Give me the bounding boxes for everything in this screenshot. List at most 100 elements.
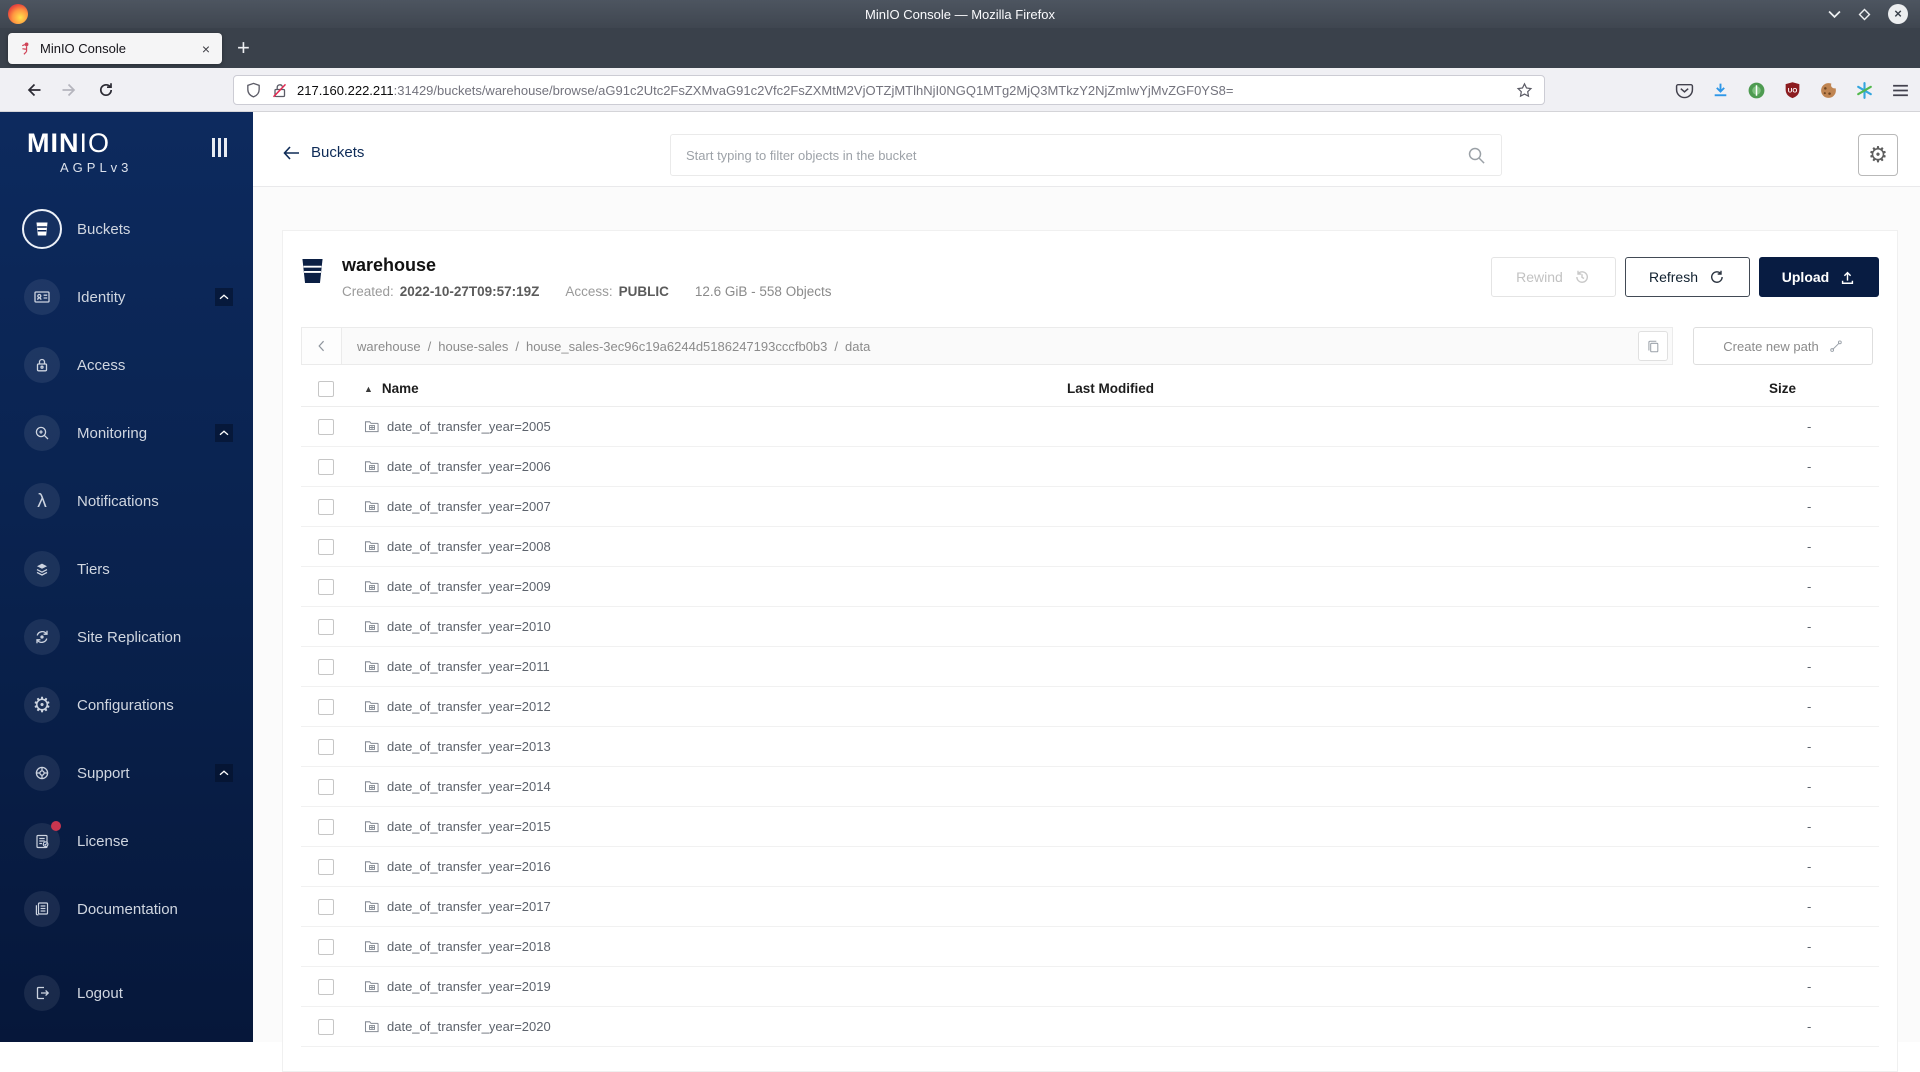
refresh-button[interactable]: Refresh <box>1625 257 1750 297</box>
bookmark-star-icon[interactable] <box>1516 81 1533 99</box>
object-name[interactable]: date_of_transfer_year=2009 <box>387 579 551 594</box>
cookie-extension-icon[interactable] <box>1819 81 1838 100</box>
sidebar-item-identity[interactable]: Identity <box>0 263 253 331</box>
sidebar-item-tiers[interactable]: Tiers <box>0 535 253 603</box>
table-row[interactable]: date_of_transfer_year=2016 - <box>301 847 1879 887</box>
object-name[interactable]: date_of_transfer_year=2014 <box>387 779 551 794</box>
table-row[interactable]: date_of_transfer_year=2012 - <box>301 687 1879 727</box>
url-bar[interactable]: 217.160.222.211:31429/buckets/warehouse/… <box>233 75 1545 105</box>
table-row[interactable]: date_of_transfer_year=2011 - <box>301 647 1879 687</box>
object-name[interactable]: date_of_transfer_year=2010 <box>387 619 551 634</box>
table-row[interactable]: date_of_transfer_year=2008 - <box>301 527 1879 567</box>
table-row[interactable]: date_of_transfer_year=2019 - <box>301 967 1879 1007</box>
object-name[interactable]: date_of_transfer_year=2019 <box>387 979 551 994</box>
window-minimize-icon[interactable] <box>1828 10 1841 19</box>
object-name[interactable]: date_of_transfer_year=2015 <box>387 819 551 834</box>
column-name[interactable]: Name <box>382 381 419 396</box>
sidebar-collapse-icon[interactable] <box>212 138 227 157</box>
object-name[interactable]: date_of_transfer_year=2006 <box>387 459 551 474</box>
settings-gear-button[interactable]: ⚙ <box>1858 134 1898 176</box>
forward-button[interactable] <box>61 81 79 99</box>
column-last-modified[interactable]: Last Modified <box>1067 381 1767 396</box>
row-checkbox[interactable] <box>318 738 334 755</box>
breadcrumb-segment[interactable]: house_sales-3ec96c19a6244d5186247193cccf… <box>526 339 827 354</box>
containers-asterisk-icon[interactable] <box>1855 81 1874 100</box>
chevron-up-icon[interactable] <box>215 288 233 306</box>
table-row[interactable]: date_of_transfer_year=2020 - <box>301 1007 1879 1047</box>
row-checkbox[interactable] <box>318 418 334 435</box>
sidebar-item-documentation[interactable]: Documentation <box>0 875 253 943</box>
table-row[interactable]: date_of_transfer_year=2013 - <box>301 727 1879 767</box>
sidebar-item-logout[interactable]: Logout <box>0 959 253 1027</box>
row-checkbox[interactable] <box>318 858 334 875</box>
table-row[interactable]: date_of_transfer_year=2018 - <box>301 927 1879 967</box>
downloads-icon[interactable] <box>1711 81 1730 100</box>
sidebar-item-support[interactable]: Support <box>0 739 253 807</box>
row-checkbox[interactable] <box>318 458 334 475</box>
object-name[interactable]: date_of_transfer_year=2011 <box>387 659 550 674</box>
search-input[interactable] <box>686 147 1467 163</box>
table-row[interactable]: date_of_transfer_year=2005 - <box>301 407 1879 447</box>
row-checkbox[interactable] <box>318 658 334 675</box>
table-row[interactable]: date_of_transfer_year=2009 - <box>301 567 1879 607</box>
table-row[interactable]: date_of_transfer_year=2007 - <box>301 487 1879 527</box>
ublock-shield-icon[interactable]: UO <box>1783 81 1802 100</box>
row-checkbox[interactable] <box>318 498 334 515</box>
create-new-path-button[interactable]: Create new path <box>1693 327 1873 365</box>
tracking-protection-shield-icon[interactable] <box>245 82 262 99</box>
insecure-connection-lock-icon[interactable] <box>271 82 288 99</box>
browser-tab[interactable]: MinIO Console × <box>8 33 222 64</box>
sort-ascending-icon[interactable]: ▲ <box>364 384 373 394</box>
upload-button[interactable]: Upload <box>1759 257 1879 297</box>
rewind-button[interactable]: Rewind <box>1491 257 1616 297</box>
breadcrumb-segment[interactable]: warehouse <box>357 339 421 354</box>
menu-hamburger-icon[interactable] <box>1891 81 1910 100</box>
copy-path-button[interactable] <box>1638 331 1668 361</box>
window-close-icon[interactable]: × <box>1888 4 1908 24</box>
tab-close-icon[interactable]: × <box>199 41 213 57</box>
row-checkbox[interactable] <box>318 578 334 595</box>
select-all-checkbox[interactable] <box>318 380 334 397</box>
chevron-up-icon[interactable] <box>215 424 233 442</box>
table-row[interactable]: date_of_transfer_year=2015 - <box>301 807 1879 847</box>
row-checkbox[interactable] <box>318 698 334 715</box>
row-checkbox[interactable] <box>318 618 334 635</box>
back-button[interactable] <box>24 81 42 99</box>
object-name[interactable]: date_of_transfer_year=2017 <box>387 899 551 914</box>
sidebar-item-notifications[interactable]: λ Notifications <box>0 467 253 535</box>
path-back-button[interactable] <box>302 328 342 364</box>
object-name[interactable]: date_of_transfer_year=2008 <box>387 539 551 554</box>
row-checkbox[interactable] <box>318 1018 334 1035</box>
object-name[interactable]: date_of_transfer_year=2005 <box>387 419 551 434</box>
sidebar-item-access[interactable]: Access <box>0 331 253 399</box>
table-row[interactable]: date_of_transfer_year=2014 - <box>301 767 1879 807</box>
sidebar-item-monitoring[interactable]: Monitoring <box>0 399 253 467</box>
row-checkbox[interactable] <box>318 978 334 995</box>
new-tab-button[interactable]: + <box>237 35 250 61</box>
object-name[interactable]: date_of_transfer_year=2007 <box>387 499 551 514</box>
sidebar-item-configurations[interactable]: ⚙ Configurations <box>0 671 253 739</box>
object-name[interactable]: date_of_transfer_year=2018 <box>387 939 551 954</box>
object-name[interactable]: date_of_transfer_year=2020 <box>387 1019 551 1034</box>
row-checkbox[interactable] <box>318 538 334 555</box>
extension-green-icon[interactable] <box>1747 81 1766 100</box>
object-name[interactable]: date_of_transfer_year=2012 <box>387 699 551 714</box>
breadcrumb-segment[interactable]: data <box>845 339 870 354</box>
pocket-icon[interactable] <box>1675 81 1694 100</box>
reload-button[interactable] <box>97 81 115 99</box>
back-to-buckets-link[interactable]: Buckets <box>283 112 364 187</box>
sidebar-item-site-replication[interactable]: Site Replication <box>0 603 253 671</box>
column-size[interactable]: Size <box>1767 381 1879 396</box>
row-checkbox[interactable] <box>318 938 334 955</box>
object-name[interactable]: date_of_transfer_year=2013 <box>387 739 551 754</box>
row-checkbox[interactable] <box>318 818 334 835</box>
sidebar-item-buckets[interactable]: Buckets <box>0 195 253 263</box>
sidebar-item-license[interactable]: License <box>0 807 253 875</box>
chevron-up-icon[interactable] <box>215 764 233 782</box>
object-name[interactable]: date_of_transfer_year=2016 <box>387 859 551 874</box>
row-checkbox[interactable] <box>318 778 334 795</box>
row-checkbox[interactable] <box>318 898 334 915</box>
url-text[interactable]: 217.160.222.211:31429/buckets/warehouse/… <box>297 83 1233 98</box>
breadcrumb-segment[interactable]: house-sales <box>438 339 508 354</box>
table-row[interactable]: date_of_transfer_year=2006 - <box>301 447 1879 487</box>
